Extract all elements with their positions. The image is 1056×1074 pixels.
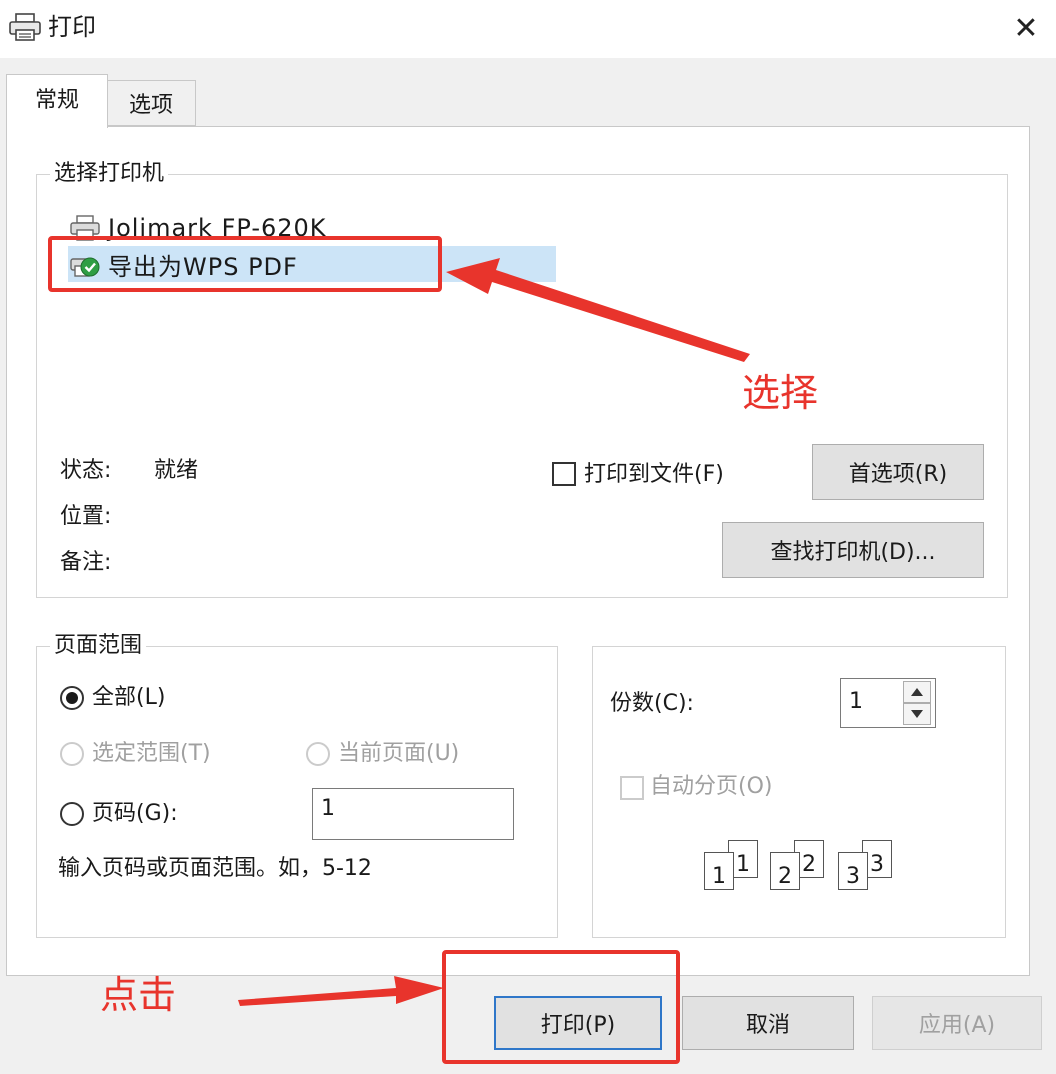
collate-checkbox[interactable] [620,776,644,800]
preferences-button[interactable]: 首选项(R) [812,444,984,500]
radio-pages-label: 页码(G): [92,801,178,826]
collate-page-icon: 3 [838,852,868,890]
radio-selection-label: 选定范围(T) [92,741,211,766]
click-highlight-box [442,950,680,1064]
stepper-up-button[interactable] [903,681,931,703]
radio-dot [66,692,78,704]
radio-all-label: 全部(L) [92,685,166,710]
cancel-button[interactable]: 取消 [682,996,854,1050]
status-label: 状态: [60,458,112,483]
chevron-up-icon [911,688,923,696]
collate-label: 自动分页(O) [650,774,773,799]
page-range-title: 页面范围 [50,632,147,660]
close-icon: ✕ [1013,10,1039,46]
radio-pages[interactable] [60,802,84,826]
pages-input[interactable]: 1 [312,788,514,840]
find-printer-button[interactable]: 查找打印机(D)... [722,522,984,578]
copies-label: 份数(C): [610,691,694,716]
copies-stepper[interactable]: 1 [840,678,936,728]
radio-selection[interactable] [60,742,84,766]
radio-current-page[interactable] [306,742,330,766]
page-range-hint: 输入页码或页面范围。如，5-12 [58,856,372,881]
window-title: 打印 [48,13,96,41]
copies-value: 1 [849,689,863,714]
select-arrow-annotation [446,258,750,362]
click-annotation: 点击 [100,973,177,1017]
radio-current-page-label: 当前页面(U) [338,741,460,766]
apply-button[interactable]: 应用(A) [872,996,1042,1050]
radio-all[interactable] [60,686,84,710]
collate-page-icon: 1 [704,852,734,890]
print-to-file-label: 打印到文件(F) [584,462,724,487]
close-button[interactable]: ✕ [1000,6,1052,50]
tab-general[interactable]: 常规 [6,74,108,128]
title-bar [0,0,1056,58]
comment-label: 备注: [60,550,112,575]
chevron-down-icon [911,710,923,718]
click-arrow-annotation [238,976,444,1006]
select-highlight-box [48,236,442,292]
printer-icon [9,13,41,41]
collate-preview: 1 1 2 2 3 3 [704,840,904,904]
location-label: 位置: [60,504,112,529]
select-annotation: 选择 [742,371,819,415]
printer-group-title: 选择打印机 [50,160,169,188]
stepper-down-button[interactable] [903,703,931,725]
collate-page-icon: 2 [770,852,800,890]
tab-options[interactable]: 选项 [106,80,196,126]
status-value: 就绪 [154,458,199,483]
print-to-file-checkbox[interactable] [552,462,576,486]
